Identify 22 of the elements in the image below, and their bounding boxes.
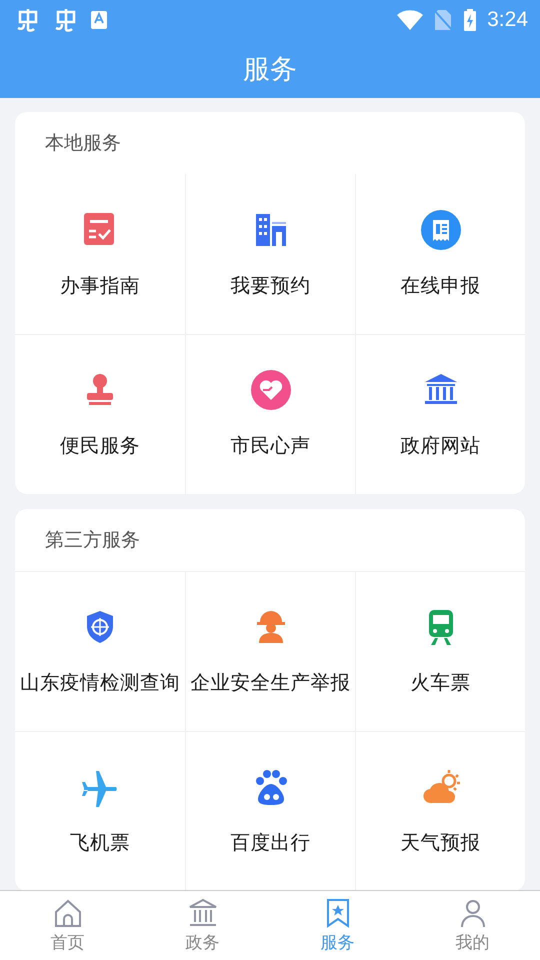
government-building-icon (186, 897, 218, 929)
wifi-icon (397, 10, 424, 30)
service-item[interactable]: 火车票 (355, 571, 525, 731)
section-title: 第三方服务 (45, 528, 140, 553)
service-item[interactable]: 便民服务 (15, 334, 185, 494)
service-item[interactable]: 市民心声 (185, 334, 355, 494)
page-title: 服务 (243, 53, 297, 87)
service-item[interactable]: 办事指南 (15, 174, 185, 334)
document-icon (420, 210, 460, 250)
no-sim-icon (433, 9, 454, 31)
service-item[interactable]: 企业安全生产举报 (185, 571, 355, 731)
service-item[interactable]: 山东疫情检测查询 (15, 571, 185, 731)
battery-charging-icon (463, 9, 478, 31)
service-item[interactable]: 我要预约 (185, 174, 355, 334)
service-item[interactable]: 政府网站 (355, 334, 525, 494)
status-time: 3:24 (487, 8, 528, 32)
nav-tab[interactable]: 首页 (0, 891, 135, 960)
keyboard-icon (90, 10, 108, 30)
nav-tab[interactable]: 政务 (135, 891, 270, 960)
nav-tab[interactable]: 我的 (405, 891, 540, 960)
section-title: 本地服务 (45, 131, 121, 156)
service-item[interactable]: 在线申报 (355, 174, 525, 334)
